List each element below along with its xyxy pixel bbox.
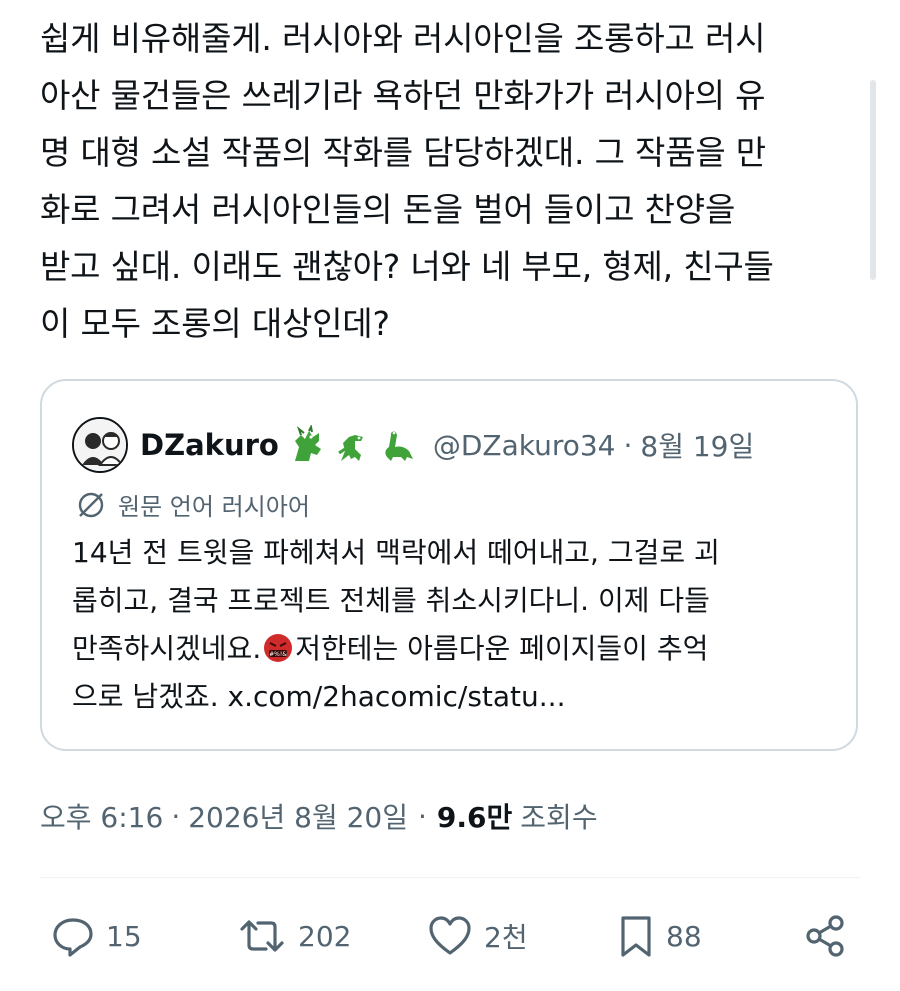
- retweet-button[interactable]: 202: [236, 906, 351, 966]
- post-time[interactable]: 오후 6:16: [40, 796, 163, 836]
- quoted-display-name[interactable]: DZakuro: [140, 428, 279, 462]
- share-button[interactable]: [802, 906, 848, 966]
- post-text: 쉽게 비유해줄게. 러시아와 러시아인을 조롱하고 러시 아산 물건들은 쓰레기…: [40, 19, 774, 343]
- sauropod-icon: [385, 431, 413, 461]
- meta-separator: ·: [171, 799, 181, 833]
- scrollbar[interactable]: [870, 80, 876, 280]
- dinosaur-icon: [337, 435, 363, 461]
- reply-icon: [53, 918, 93, 957]
- post-date[interactable]: 2026년 8월 20일: [188, 796, 408, 836]
- like-button[interactable]: 2천: [426, 906, 528, 966]
- bookmark-icon: [621, 916, 651, 957]
- quoted-handle[interactable]: @DZakuro34: [433, 429, 616, 462]
- view-count: 9.6만: [436, 801, 513, 834]
- view-count-label: 조회수: [520, 801, 598, 834]
- share-icon: [806, 915, 844, 957]
- quoted-date[interactable]: 8월 19일: [640, 425, 754, 465]
- retweet-count: 202: [298, 919, 352, 953]
- separator-dot: ·: [623, 428, 633, 462]
- quoted-post-text: 14년 전 트윗을 파헤쳐서 맥락에서 떼어내고, 그걸로 괴 롭히고, 결국 …: [72, 529, 832, 721]
- retweet-icon: [240, 920, 284, 952]
- angry-face-icon: #%!&: [264, 634, 293, 662]
- bookmark-count: 88: [666, 919, 702, 953]
- svg-text:#%!&: #%!&: [269, 651, 287, 658]
- quoted-post-card[interactable]: DZakuro @DZakuro34 · 8월 19일 원문 언어 러시아어 1…: [40, 379, 858, 751]
- reply-count: 15: [106, 919, 142, 953]
- globe-icon: [78, 492, 104, 517]
- divider: [40, 877, 860, 878]
- action-bar: 15 202 2천 88: [40, 906, 860, 966]
- heart-icon: [429, 916, 471, 955]
- quoted-post-header: DZakuro @DZakuro34 · 8월 19일: [72, 417, 754, 473]
- like-count: 2천: [484, 921, 528, 954]
- bookmark-button[interactable]: 88: [616, 906, 702, 966]
- translation-note-text: 원문 언어 러시아어: [118, 493, 310, 521]
- meta-separator: ·: [418, 799, 427, 833]
- dragon-icon: [294, 425, 321, 461]
- post-meta: 오후 6:16 · 2026년 8월 20일 · 9.6만 조회수: [40, 796, 598, 836]
- name-emoji-group: [289, 425, 417, 465]
- reply-button[interactable]: 15: [50, 906, 142, 966]
- translation-note: 원문 언어 러시아어: [74, 487, 310, 522]
- avatar[interactable]: [72, 417, 128, 473]
